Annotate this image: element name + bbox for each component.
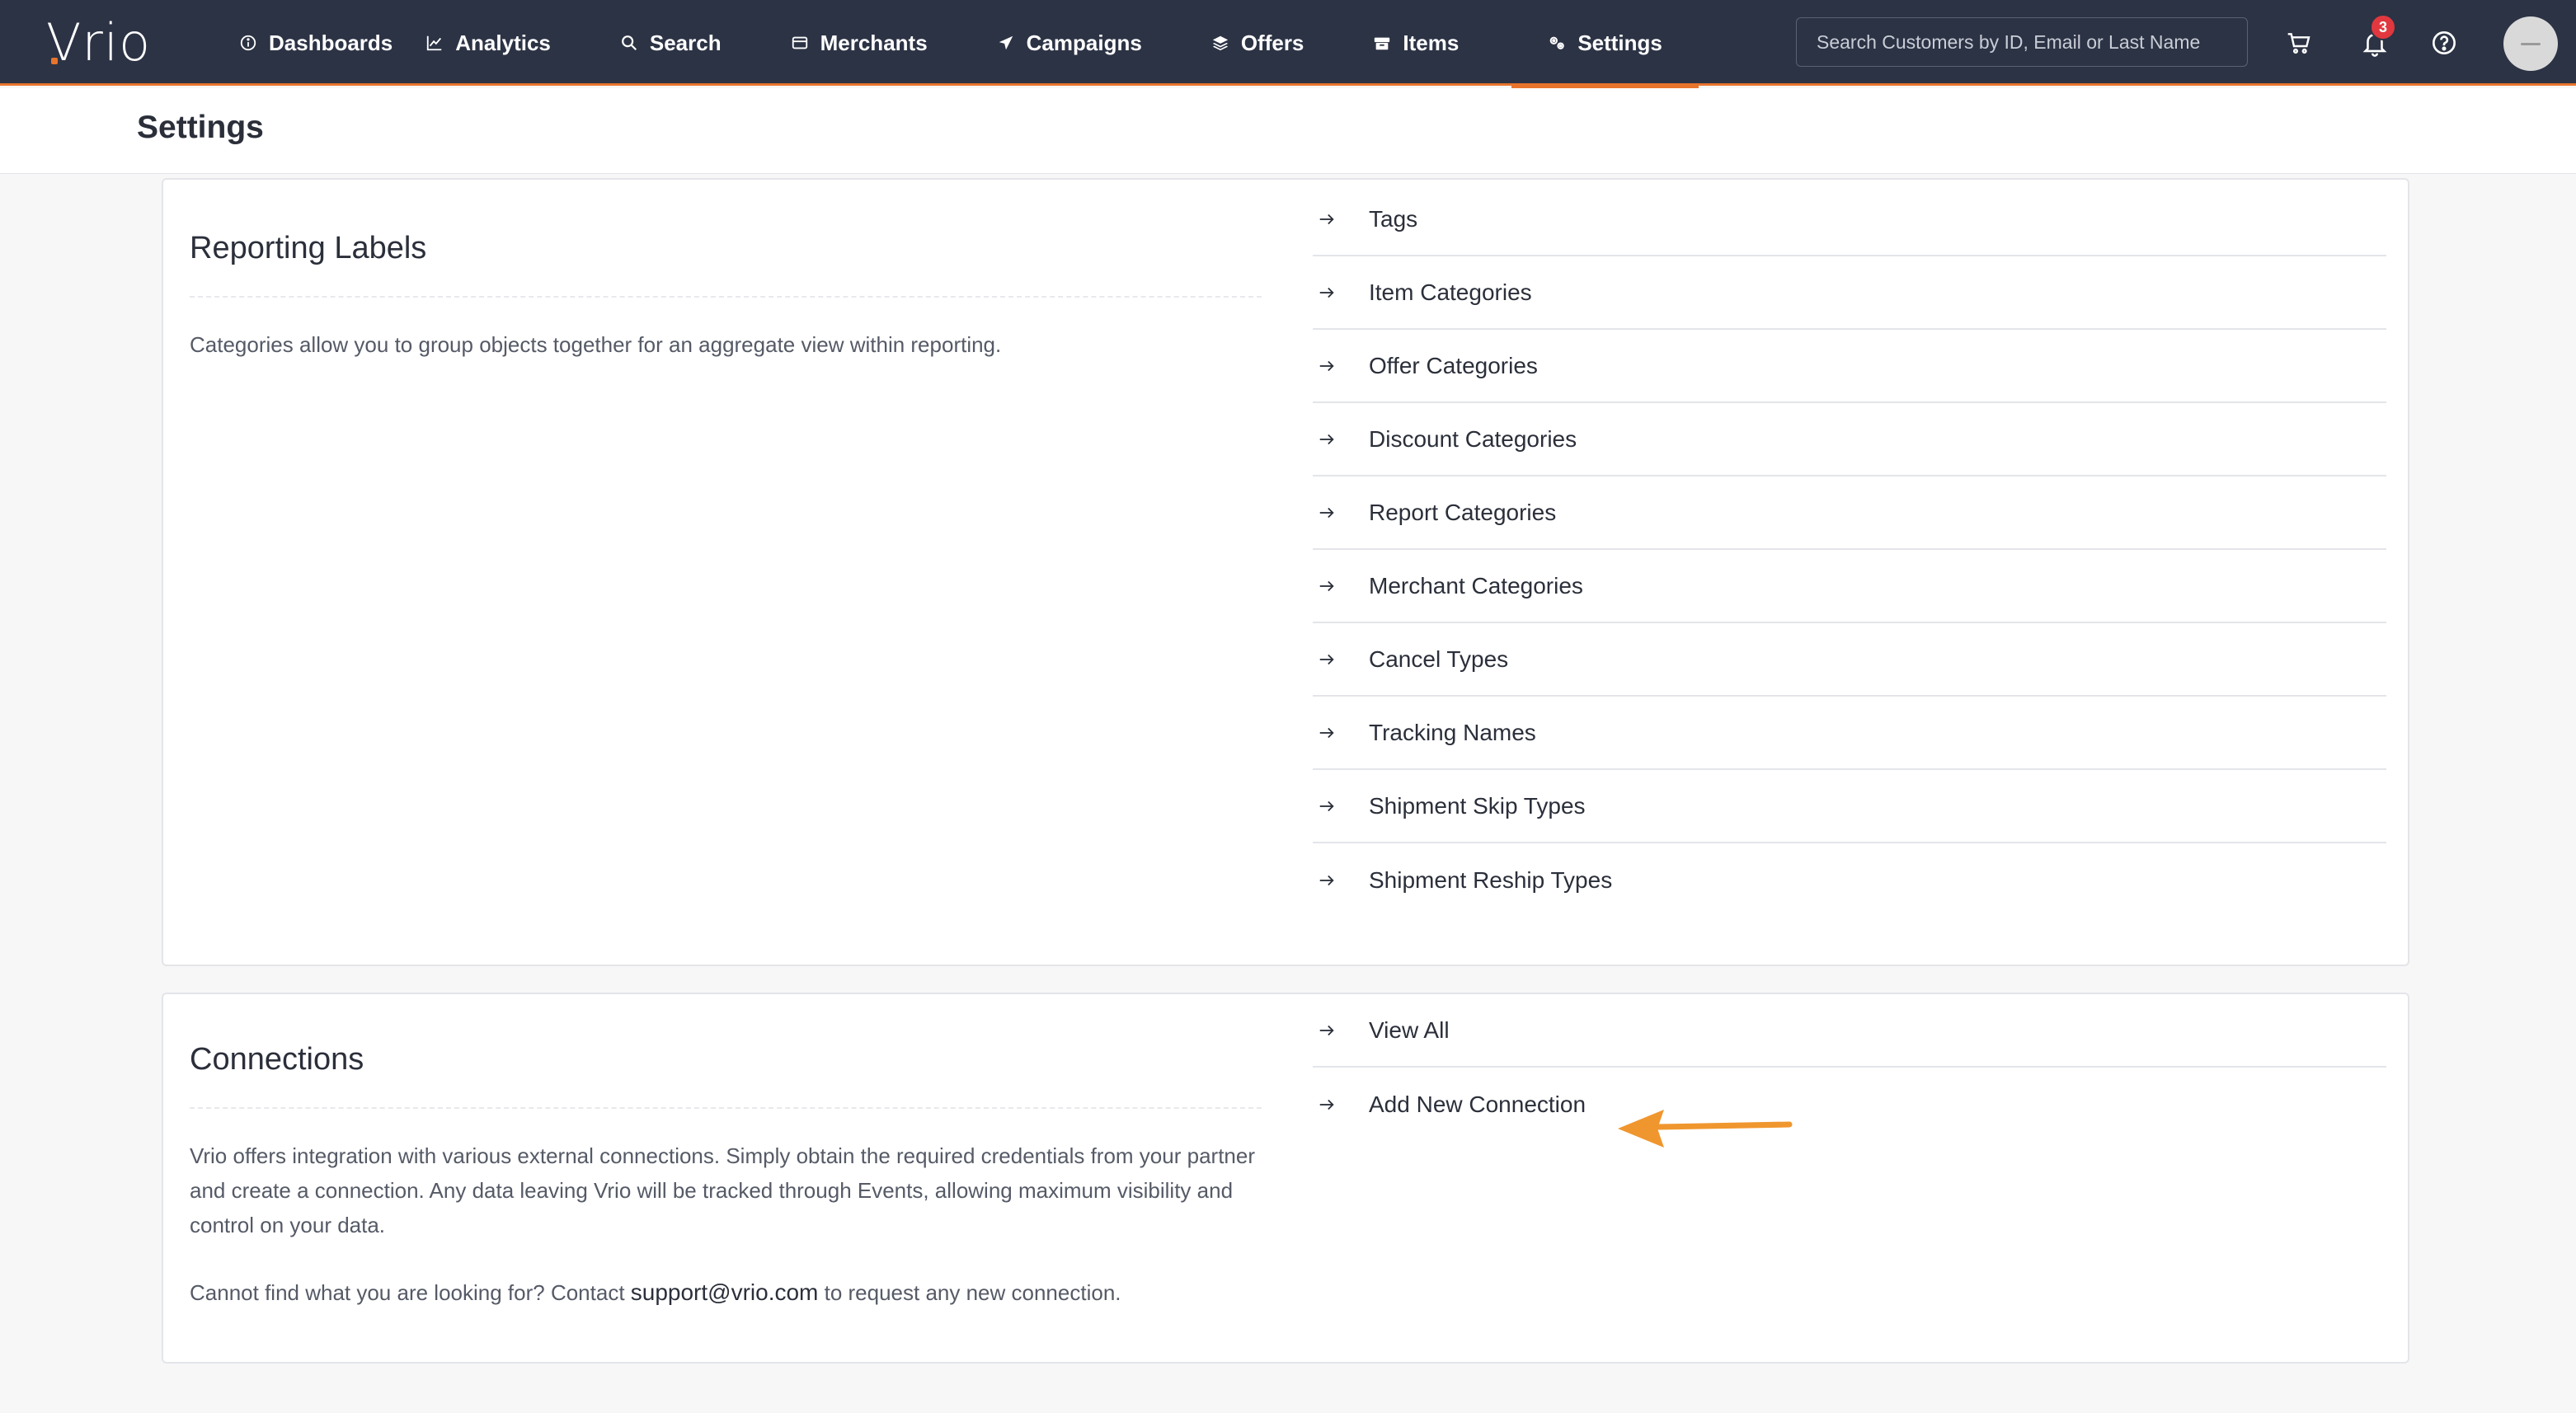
- link-label: Item Categories: [1369, 279, 1532, 305]
- arrow-right-icon: [1319, 875, 1334, 885]
- link-cancel-types[interactable]: Cancel Types: [1313, 623, 2386, 697]
- reporting-labels-links: Tags Item Categories Offer Categories Di…: [1313, 183, 2386, 917]
- link-shipment-skip-types[interactable]: Shipment Skip Types: [1313, 770, 2386, 843]
- customer-search-input[interactable]: Search Customers by ID, Email or Last Na…: [1796, 17, 2248, 67]
- description-text: Categories allow you to group objects to…: [190, 332, 1002, 357]
- user-avatar[interactable]: [2503, 16, 2558, 71]
- link-label: Tracking Names: [1369, 719, 1536, 745]
- link-label: Cancel Types: [1369, 645, 1509, 672]
- link-label: Report Categories: [1369, 499, 1557, 525]
- logo-accent-dot: [51, 58, 58, 64]
- arrow-right-icon: [1319, 507, 1334, 518]
- nav-item-campaigns[interactable]: Campaigns: [980, 0, 1159, 86]
- arrow-right-icon: [1319, 1025, 1334, 1035]
- link-discount-categories[interactable]: Discount Categories: [1313, 403, 2386, 476]
- nav-label: Campaigns: [1026, 30, 1142, 55]
- nav-label: Settings: [1577, 30, 1662, 55]
- link-offer-categories[interactable]: Offer Categories: [1313, 330, 2386, 403]
- link-label: Merchant Categories: [1369, 572, 1583, 599]
- link-item-categories[interactable]: Item Categories: [1313, 256, 2386, 330]
- link-label: Discount Categories: [1369, 425, 1577, 452]
- send-icon: [999, 35, 1013, 50]
- arrow-right-icon: [1319, 360, 1334, 371]
- nav-label: Analytics: [455, 30, 551, 55]
- link-label: View All: [1369, 1016, 1450, 1043]
- arrow-right-icon: [1319, 727, 1334, 738]
- connections-card: Connections Vrio offers integration with…: [162, 993, 2409, 1364]
- help-circle-icon: [2433, 31, 2456, 54]
- link-label: Add New Connection: [1369, 1091, 1586, 1117]
- top-navbar: Vrio Dashboards Analytics Search Merchan…: [0, 0, 2576, 88]
- link-add-new-connection[interactable]: Add New Connection: [1313, 1068, 2386, 1141]
- section-description: Vrio offers integration with various ext…: [190, 1138, 1262, 1310]
- arrow-right-icon: [1319, 580, 1334, 591]
- nav-label: Offers: [1240, 30, 1304, 55]
- section-description: Categories allow you to group objects to…: [190, 327, 1262, 362]
- nav-label: Merchants: [820, 30, 928, 55]
- cart-icon: [2287, 33, 2310, 54]
- main-nav: Dashboards Analytics Search Merchants Ca…: [223, 0, 1699, 88]
- card-icon: [792, 36, 807, 49]
- logo-text: Vrio: [46, 12, 152, 73]
- connections-info: Connections Vrio offers integration with…: [190, 1042, 1262, 1343]
- section-title: Reporting Labels: [190, 231, 1262, 298]
- arrow-right-icon: [1319, 800, 1334, 811]
- description-text: Vrio offers integration with various ext…: [190, 1143, 1255, 1237]
- gears-icon: [1549, 36, 1565, 49]
- annotation-arrow-icon: [1618, 1110, 1793, 1148]
- help-button[interactable]: [2423, 21, 2466, 64]
- nav-item-analytics[interactable]: Analytics: [409, 0, 567, 86]
- nav-label: Search: [649, 30, 722, 55]
- link-view-all[interactable]: View All: [1313, 994, 2386, 1068]
- link-label: Tags: [1369, 205, 1418, 232]
- link-report-categories[interactable]: Report Categories: [1313, 476, 2386, 550]
- link-tracking-names[interactable]: Tracking Names: [1313, 697, 2386, 770]
- link-label: Shipment Reship Types: [1369, 866, 1613, 893]
- contact-text: Cannot find what you are looking for? Co…: [190, 1275, 1262, 1310]
- nav-label: Items: [1403, 30, 1460, 55]
- support-email-link[interactable]: support@vrio.com: [631, 1279, 819, 1305]
- avatar-placeholder: [2521, 42, 2541, 45]
- nav-item-offers[interactable]: Offers: [1195, 0, 1321, 86]
- connections-links: View All Add New Connection: [1313, 994, 2386, 1141]
- arrow-right-icon: [1319, 434, 1334, 444]
- contact-suffix: to request any new connection.: [818, 1280, 1121, 1305]
- contact-prefix: Cannot find what you are looking for? Co…: [190, 1280, 631, 1305]
- link-label: Shipment Skip Types: [1369, 792, 1586, 819]
- nav-item-items[interactable]: Items: [1356, 0, 1475, 86]
- layers-icon: [1212, 35, 1228, 51]
- notification-count-badge: 3: [2370, 14, 2396, 40]
- link-tags[interactable]: Tags: [1313, 183, 2386, 256]
- nav-label: Dashboards: [269, 30, 393, 55]
- link-label: Offer Categories: [1369, 352, 1538, 378]
- search-placeholder: Search Customers by ID, Email or Last Na…: [1817, 31, 2201, 53]
- box-icon: [1375, 37, 1390, 50]
- cart-button[interactable]: [2278, 21, 2320, 64]
- reporting-labels-card: Reporting Labels Categories allow you to…: [162, 178, 2409, 966]
- link-shipment-reship-types[interactable]: Shipment Reship Types: [1313, 843, 2386, 917]
- arrow-right-icon: [1319, 287, 1334, 298]
- nav-item-merchants[interactable]: Merchants: [774, 0, 944, 86]
- page-header: Settings: [0, 88, 2576, 174]
- arrow-right-icon: [1319, 1099, 1334, 1110]
- link-merchant-categories[interactable]: Merchant Categories: [1313, 550, 2386, 623]
- reporting-labels-info: Reporting Labels Categories allow you to…: [190, 231, 1262, 395]
- nav-item-search[interactable]: Search: [604, 0, 738, 86]
- section-title: Connections: [190, 1042, 1262, 1109]
- info-circle-icon: [240, 35, 256, 51]
- arrow-right-icon: [1319, 654, 1334, 664]
- search-icon: [621, 35, 637, 51]
- nav-item-dashboards[interactable]: Dashboards: [223, 0, 409, 86]
- line-chart-icon: [427, 35, 442, 51]
- vrio-logo[interactable]: Vrio: [46, 16, 151, 69]
- arrow-right-icon: [1319, 214, 1334, 224]
- nav-item-settings[interactable]: Settings: [1511, 0, 1699, 88]
- page-title: Settings: [137, 110, 264, 145]
